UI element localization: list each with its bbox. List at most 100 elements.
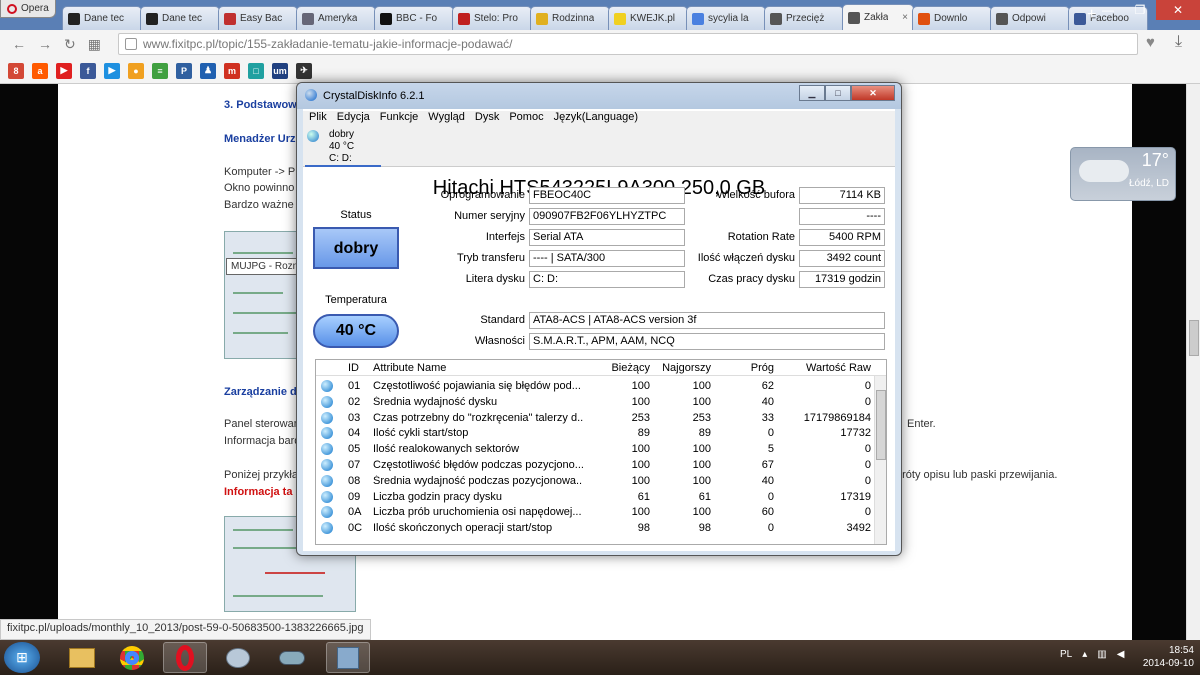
smart-table-scrollbar[interactable]	[874, 376, 886, 544]
smart-row[interactable]: 08 Średnia wydajność podczas pozycjonowa.…	[316, 473, 874, 489]
minimize-button[interactable]: —	[1092, 0, 1124, 20]
smart-row[interactable]: 07 Częstotliwość błędów podczas pozycjono…	[316, 457, 874, 473]
menu-item[interactable]: Wygląd	[428, 111, 465, 127]
smart-table: ID Attribute Name Bieżący Najgorszy Próg Wart…	[315, 359, 887, 545]
forward-icon[interactable]: →	[38, 36, 52, 52]
smart-cell: 67	[761, 459, 774, 471]
tab[interactable]: Easy Bac	[218, 6, 298, 30]
scrollbar-thumb[interactable]	[876, 390, 886, 460]
speed-dial-icon[interactable]: ▦	[88, 36, 101, 53]
health-status-button[interactable]: dobry	[313, 227, 399, 269]
smart-cell: Czas potrzebny do "rozkręcenia" talerzy …	[373, 411, 583, 424]
smart-row[interactable]: 09 Liczba godzin pracy dysku 61 61 0 17319	[316, 489, 874, 505]
smart-row[interactable]: 03 Czas potrzebny do "rozkręcenia" talerz…	[316, 410, 874, 426]
window-titlebar[interactable]: CrystalDiskInfo 6.2.1 ▁ □ ✕	[297, 83, 901, 109]
page-scrollbar[interactable]	[1186, 84, 1200, 640]
menu-item[interactable]: Pomoc	[509, 111, 543, 127]
tab[interactable]: BBC - Fo	[374, 6, 454, 30]
close-button[interactable]: ✕	[851, 85, 895, 101]
tab[interactable]: Odpowi	[990, 6, 1070, 30]
field-label: Numer seryjny	[454, 210, 525, 222]
url-field[interactable]: www.fixitpc.pl/topic/155-zakładanie-tema…	[118, 33, 1138, 55]
menu-item[interactable]: Plik	[309, 111, 327, 127]
car-app-icon[interactable]	[270, 642, 314, 673]
reload-icon[interactable]: ↻	[64, 36, 76, 53]
tab[interactable]: Zakła ×	[842, 4, 914, 30]
column-header[interactable]: Najgorszy	[653, 362, 711, 374]
paint-icon[interactable]	[216, 642, 260, 673]
menu-item[interactable]: Dysk	[475, 111, 499, 127]
tab[interactable]: Dane tec	[62, 6, 142, 30]
frame-icon[interactable]: □	[248, 62, 264, 79]
column-header[interactable]: ID	[348, 362, 370, 374]
smart-row[interactable]: 04 Ilość cykli start/stop 89 89 0 17732	[316, 425, 874, 441]
tab[interactable]: Ameryka	[296, 6, 376, 30]
volume-icon[interactable]: ◀	[1117, 649, 1125, 660]
smart-row[interactable]: 0A Liczba prób uruchomienia osi napędowej…	[316, 504, 874, 520]
menu-item[interactable]: Edycja	[337, 111, 370, 127]
smart-row[interactable]: 0C Ilość skończonych operacji start/stop 9…	[316, 520, 874, 536]
column-header[interactable]: Wartość Raw	[777, 362, 871, 374]
smart-cell: 100	[631, 506, 650, 519]
um-icon[interactable]: um	[272, 62, 288, 79]
tab[interactable]: Downlo	[912, 6, 992, 30]
field-value: ---- | SATA/300	[529, 250, 685, 267]
chrome-icon[interactable]	[110, 642, 154, 673]
standard-value: ATA8-ACS | ATA8-ACS version 3f	[529, 312, 885, 329]
stash-heart-icon[interactable]: ♥	[1146, 34, 1155, 51]
taskbar: ⊞ PL ▴ ▥ ◀ 18:54 2014-09-10	[0, 640, 1200, 675]
smart-row[interactable]: 02 Średnia wydajność dysku 100 100 40 0	[316, 394, 874, 410]
tray-arrow-icon[interactable]: ▴	[1082, 649, 1087, 660]
column-header[interactable]: Attribute Name	[373, 362, 583, 374]
minimize-button[interactable]: ▁	[799, 85, 825, 101]
disk-tab[interactable]: dobry 40 °C C: D:	[305, 127, 381, 167]
tab-title: Rodzinna	[552, 13, 595, 24]
close-button[interactable]: ✕	[1156, 0, 1200, 20]
man-icon[interactable]: ♟	[200, 62, 216, 79]
circle-icon[interactable]: ●	[128, 62, 144, 79]
column-header[interactable]: Próg	[714, 362, 774, 374]
tab[interactable]: Stelo: Pro	[452, 6, 532, 30]
bars-icon[interactable]: ≡	[152, 62, 168, 79]
tab-title: Easy Bac	[240, 13, 283, 24]
language-indicator[interactable]: PL	[1060, 649, 1072, 660]
tab[interactable]: sycylia la	[686, 6, 766, 30]
tab[interactable]: KWEJK.pl	[608, 6, 688, 30]
facebook-icon[interactable]: f	[80, 62, 96, 79]
smart-cell: 0C	[348, 522, 363, 535]
menu-bar: Plik Edycja Funkcje Wygląd Dysk Pomoc Język(La…	[303, 111, 895, 127]
weather-gadget[interactable]: 17° Łódź, LD	[1070, 147, 1176, 201]
maximize-button[interactable]: □	[825, 85, 851, 101]
tab[interactable]: Dane tec	[140, 6, 220, 30]
tab-title: Zakła	[864, 12, 889, 23]
allegro-icon[interactable]: a	[32, 62, 48, 79]
maximize-button[interactable]: ❐	[1124, 0, 1156, 20]
clock[interactable]: 18:54 2014-09-10	[1143, 644, 1194, 670]
start-button[interactable]: ⊞	[4, 642, 40, 673]
scrollbar-thumb[interactable]	[1189, 320, 1199, 356]
mm-icon[interactable]: m	[224, 62, 240, 79]
smart-row[interactable]: 01 Częstotliwość pojawiania się błędów po…	[316, 378, 874, 394]
tab[interactable]: Rodzinna	[530, 6, 610, 30]
network-icon[interactable]: ▥	[1097, 649, 1106, 660]
smart-cell: 62	[761, 380, 774, 392]
close-tab-icon[interactable]: ×	[902, 12, 908, 23]
weather-city: Łódź, LD	[1128, 178, 1169, 189]
back-icon[interactable]: ←	[12, 36, 26, 52]
youtube-icon[interactable]: ▶	[56, 62, 72, 79]
smart-row[interactable]: 05 Ilość realokowanych sektorów 100 100 5 0	[316, 441, 874, 457]
google-plus-icon[interactable]: 8	[8, 62, 24, 79]
column-header[interactable]: Bieżący	[586, 362, 650, 374]
plane-icon[interactable]: ✈	[296, 62, 312, 79]
pzm-icon[interactable]: P	[176, 62, 192, 79]
crystaldiskinfo-taskbar-icon[interactable]	[326, 642, 370, 673]
download-icon[interactable]: ⤓	[1175, 33, 1182, 51]
opera-icon[interactable]	[163, 642, 207, 673]
menu-item[interactable]: Język(Language)	[554, 111, 638, 127]
play-icon[interactable]: ▶	[104, 62, 120, 79]
tab[interactable]: Przecięż	[764, 6, 844, 30]
window-body: Plik Edycja Funkcje Wygląd Dysk Pomoc Język(La…	[303, 109, 895, 551]
explorer-icon[interactable]	[60, 642, 104, 673]
menu-item[interactable]: Funkcje	[380, 111, 419, 127]
opera-menu-button[interactable]: Opera	[0, 0, 56, 18]
